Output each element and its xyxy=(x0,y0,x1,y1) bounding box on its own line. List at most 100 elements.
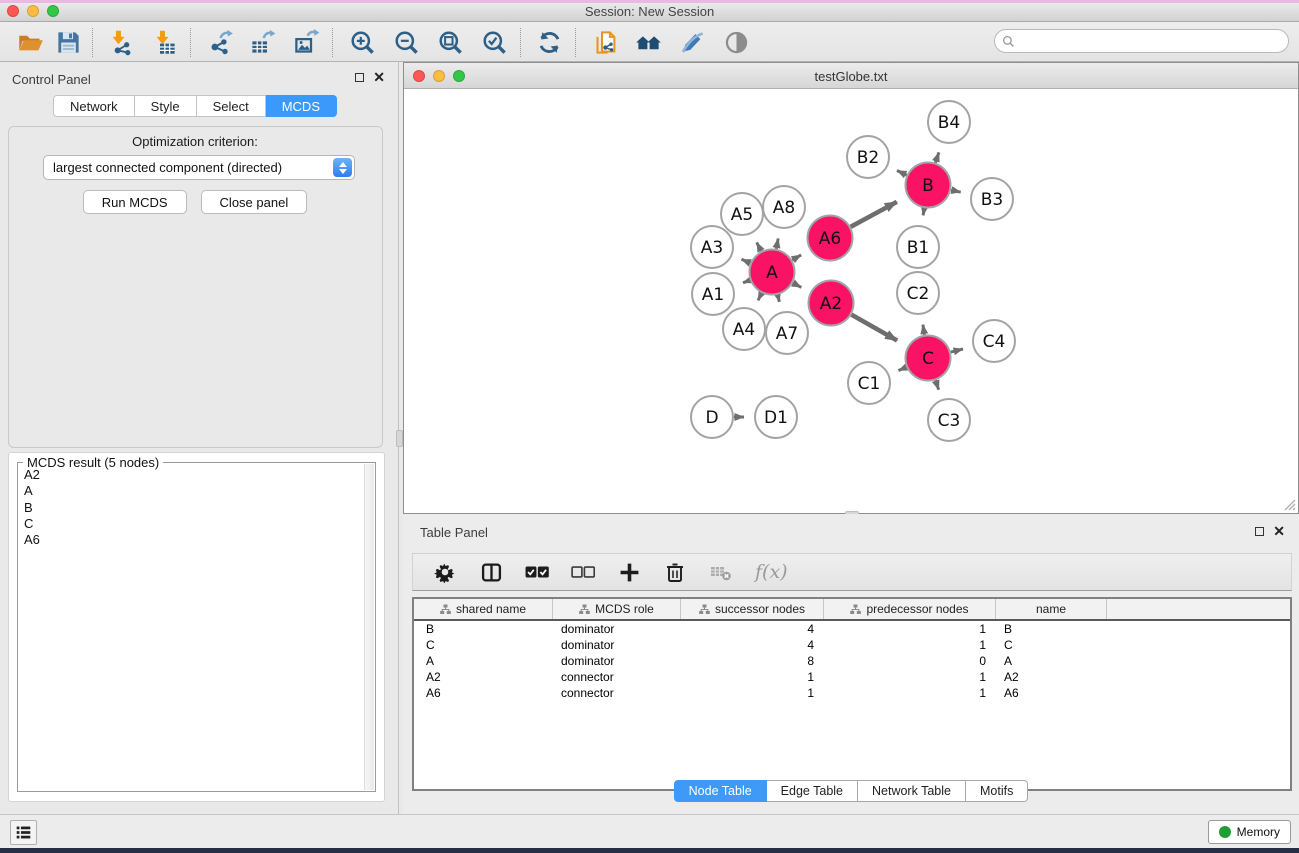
mcds-result-item[interactable]: A6 xyxy=(21,532,361,548)
hide-annotations-icon[interactable] xyxy=(674,26,710,59)
table-cell-shared-name[interactable]: A xyxy=(414,653,553,669)
graph-edge-A-A1[interactable] xyxy=(743,280,750,283)
graph-edge-A2-C[interactable] xyxy=(851,315,897,341)
zoom-out-icon[interactable] xyxy=(388,26,424,59)
table-cell-shared-name[interactable]: C xyxy=(414,637,553,653)
table-row[interactable]: A6connector11A6 xyxy=(414,685,1290,701)
graph-edge-C-C1[interactable] xyxy=(899,367,907,370)
graph-node-C1[interactable]: C1 xyxy=(848,362,890,404)
graph-edge-B-B3[interactable] xyxy=(951,190,961,192)
table-row[interactable]: Cdominator41C xyxy=(414,637,1290,653)
graph-edge-A-A3[interactable] xyxy=(742,259,751,263)
mcds-result-item[interactable]: C xyxy=(21,516,361,532)
table-cell-name[interactable]: A6 xyxy=(996,685,1107,701)
graph-node-D[interactable]: D xyxy=(691,396,733,438)
first-neighbors-icon[interactable] xyxy=(630,26,666,59)
mcds-result-item[interactable]: A2 xyxy=(21,467,361,483)
graph-node-B2[interactable]: B2 xyxy=(847,136,889,178)
mcds-result-item[interactable]: B xyxy=(21,500,361,516)
table-cell-successor-nodes[interactable]: 4 xyxy=(681,621,824,637)
table-cell-name[interactable]: A2 xyxy=(996,669,1107,685)
graph-edge-C-C2[interactable] xyxy=(923,325,925,335)
close-table-panel-icon[interactable]: ✕ xyxy=(1273,526,1285,536)
window-resize-grip[interactable] xyxy=(1283,498,1296,511)
tab-style[interactable]: Style xyxy=(135,95,197,117)
delete-columns-icon[interactable] xyxy=(663,560,687,584)
select-all-checkboxes-icon[interactable] xyxy=(525,560,549,584)
graph-edge-C-C3[interactable] xyxy=(936,380,939,389)
graph-node-B3[interactable]: B3 xyxy=(971,178,1013,220)
run-mcds-button[interactable]: Run MCDS xyxy=(83,190,187,214)
graph-node-A5[interactable]: A5 xyxy=(721,193,763,235)
table-cell-mcds-role[interactable]: dominator xyxy=(553,653,681,669)
mcds-result-item[interactable]: A xyxy=(21,483,361,499)
column-header-shared-name[interactable]: shared name xyxy=(414,599,553,619)
tab-network-table[interactable]: Network Table xyxy=(858,780,966,802)
zoom-in-icon[interactable] xyxy=(344,26,380,59)
zoom-selected-icon[interactable] xyxy=(476,26,512,59)
export-network-icon[interactable] xyxy=(202,26,238,59)
table-cell-predecessor-nodes[interactable]: 1 xyxy=(824,685,996,701)
tab-network[interactable]: Network xyxy=(53,95,135,117)
graph-node-D1[interactable]: D1 xyxy=(755,396,797,438)
graph-node-B4[interactable]: B4 xyxy=(928,101,970,143)
search-input[interactable] xyxy=(1019,32,1288,50)
table-row[interactable]: Bdominator41B xyxy=(414,621,1290,637)
table-cell-successor-nodes[interactable]: 8 xyxy=(681,653,824,669)
graph-edge-B-B2[interactable] xyxy=(897,171,907,176)
table-cell-predecessor-nodes[interactable]: 1 xyxy=(824,637,996,653)
close-panel-button[interactable]: Close panel xyxy=(201,190,308,214)
network-window-titlebar[interactable]: testGlobe.txt xyxy=(404,63,1298,89)
table-row[interactable]: A2connector11A2 xyxy=(414,669,1290,685)
table-cell-shared-name[interactable]: A2 xyxy=(414,669,553,685)
network-canvas[interactable]: AA1A2A3A4A5A6A7A8BB1B2B3B4CC1C2C3C4DD1 xyxy=(405,90,1297,512)
tab-select[interactable]: Select xyxy=(197,95,266,117)
tab-motifs[interactable]: Motifs xyxy=(966,780,1028,802)
save-session-icon[interactable] xyxy=(50,26,86,59)
search-box[interactable] xyxy=(994,29,1289,53)
graph-edge-A-A6[interactable] xyxy=(792,255,801,260)
add-column-icon[interactable] xyxy=(617,560,641,584)
graph-edge-C-C4[interactable] xyxy=(951,349,963,352)
graph-node-C2[interactable]: C2 xyxy=(897,272,939,314)
graph-edge-B-B1[interactable] xyxy=(923,208,924,215)
graph-edge-A6-B[interactable] xyxy=(851,202,897,227)
graph-node-A[interactable]: A xyxy=(750,250,795,295)
result-list-scrollbar[interactable] xyxy=(364,464,374,790)
export-table-icon[interactable] xyxy=(244,26,280,59)
graph-node-A4[interactable]: A4 xyxy=(723,308,765,350)
float-panel-icon[interactable] xyxy=(355,73,364,82)
open-session-icon[interactable] xyxy=(12,26,48,59)
graph-node-A3[interactable]: A3 xyxy=(691,226,733,268)
close-panel-icon[interactable]: ✕ xyxy=(373,72,385,82)
column-settings-gear-icon[interactable] xyxy=(433,560,457,584)
import-network-icon[interactable] xyxy=(102,26,138,59)
table-cell-mcds-role[interactable]: dominator xyxy=(553,621,681,637)
task-history-button[interactable] xyxy=(10,820,37,845)
table-cell-mcds-role[interactable]: connector xyxy=(553,669,681,685)
table-row[interactable]: Adominator80A xyxy=(414,653,1290,669)
graph-node-B[interactable]: B xyxy=(906,163,951,208)
table-cell-predecessor-nodes[interactable]: 1 xyxy=(824,621,996,637)
graph-edge-A-A2[interactable] xyxy=(793,283,802,288)
tab-node-table[interactable]: Node Table xyxy=(674,780,767,802)
tab-edge-table[interactable]: Edge Table xyxy=(767,780,858,802)
graph-node-A2[interactable]: A2 xyxy=(809,281,854,326)
show-graphics-details-icon[interactable] xyxy=(718,26,754,59)
table-cell-name[interactable]: C xyxy=(996,637,1107,653)
column-header-name[interactable]: name xyxy=(996,599,1107,619)
table-cell-predecessor-nodes[interactable]: 1 xyxy=(824,669,996,685)
import-table-icon[interactable] xyxy=(146,26,182,59)
graph-node-A1[interactable]: A1 xyxy=(692,273,734,315)
graph-node-A7[interactable]: A7 xyxy=(766,312,808,354)
graph-edge-A-A8[interactable] xyxy=(776,239,778,249)
graph-edge-A-A7[interactable] xyxy=(778,295,780,302)
graph-node-C[interactable]: C xyxy=(906,336,951,381)
table-cell-successor-nodes[interactable]: 4 xyxy=(681,637,824,653)
table-cell-successor-nodes[interactable]: 1 xyxy=(681,669,824,685)
tab-mcds[interactable]: MCDS xyxy=(266,95,337,117)
table-cell-shared-name[interactable]: B xyxy=(414,621,553,637)
table-cell-predecessor-nodes[interactable]: 0 xyxy=(824,653,996,669)
table-cell-name[interactable]: A xyxy=(996,653,1107,669)
vertical-split-handle[interactable] xyxy=(396,430,403,447)
